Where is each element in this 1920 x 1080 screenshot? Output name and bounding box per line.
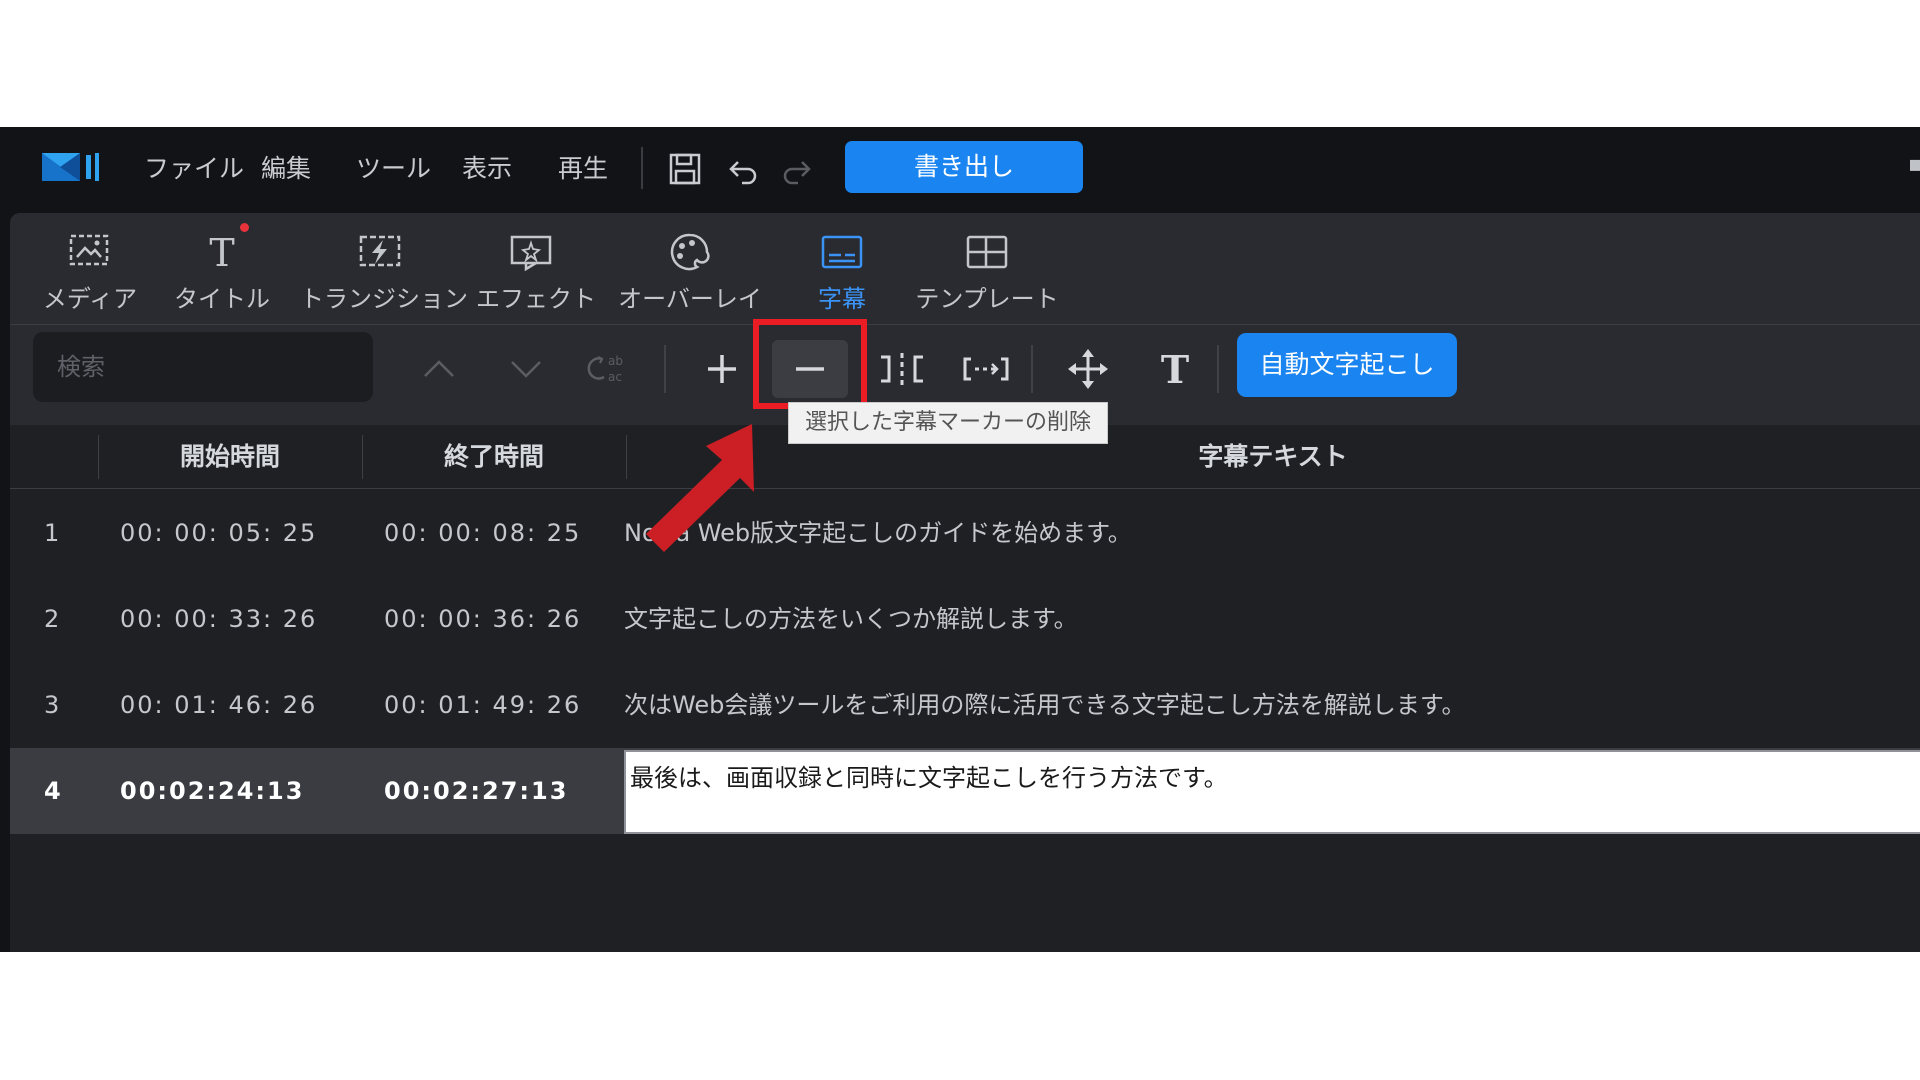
transition-icon bbox=[359, 235, 401, 267]
column-end-time: 終了時間 bbox=[443, 442, 544, 471]
replace-icon: ab ac bbox=[587, 354, 623, 384]
save-icon[interactable] bbox=[664, 147, 706, 191]
export-button[interactable]: 書き出し bbox=[845, 141, 1083, 193]
svg-text:T: T bbox=[209, 231, 234, 273]
menu-play[interactable]: 再生 bbox=[558, 149, 608, 189]
table-row-selected[interactable]: 4 00:02:24:13 00:02:27:13 最後は、画面収録と同時に文字… bbox=[10, 748, 1920, 834]
red-arrow-annotation bbox=[646, 424, 754, 552]
redo-icon[interactable] bbox=[778, 147, 820, 191]
subtitle-text[interactable]: 文字起こしの方法をいくつか解説します。 bbox=[624, 576, 1078, 662]
menu-bar: ファイル 編集 ツール 表示 再生 書き出し ▪ bbox=[0, 127, 1920, 212]
video-editor-window: ファイル 編集 ツール 表示 再生 書き出し ▪ メディア T タイトル トラン… bbox=[0, 127, 1920, 952]
editor-panel: メディア T タイトル トランジション エフェクト オーバーレイ 字幕 テンプレ… bbox=[10, 213, 1920, 952]
template-icon bbox=[966, 235, 1008, 269]
replace-button[interactable]: ab ac bbox=[583, 341, 639, 397]
tab-transition[interactable]: トランジション bbox=[300, 223, 468, 315]
split-subtitle-button[interactable] bbox=[874, 341, 930, 397]
toolbar-separator bbox=[1217, 345, 1219, 393]
menu-view[interactable]: 表示 bbox=[462, 149, 512, 189]
position-button[interactable] bbox=[1060, 341, 1116, 397]
menu-separator bbox=[641, 147, 643, 189]
search-input[interactable] bbox=[33, 332, 373, 402]
end-time[interactable]: 00: 00: 08: 25 bbox=[384, 490, 581, 576]
tab-effect[interactable]: エフェクト bbox=[476, 223, 596, 315]
chevron-down-icon bbox=[511, 361, 541, 378]
menu-tools[interactable]: ツール bbox=[356, 149, 431, 189]
edge-glyph: ▪ bbox=[1908, 152, 1920, 177]
tab-transition-label: トランジション bbox=[300, 285, 468, 313]
toolbar-separator bbox=[1031, 345, 1033, 393]
start-time[interactable]: 00: 01: 46: 26 bbox=[120, 662, 317, 748]
merge-icon bbox=[963, 357, 1009, 381]
previous-button[interactable] bbox=[411, 341, 467, 397]
app-logo-icon bbox=[42, 153, 99, 181]
tab-effect-label: エフェクト bbox=[476, 285, 596, 313]
split-icon bbox=[881, 353, 923, 385]
svg-text:ab: ab bbox=[608, 354, 623, 368]
start-time[interactable]: 00: 00: 33: 26 bbox=[120, 576, 317, 662]
row-number: 1 bbox=[44, 519, 60, 547]
table-row[interactable]: 1 00: 00: 05: 25 00: 00: 08: 25 Notta We… bbox=[10, 490, 1920, 576]
tab-subtitle-label: 字幕 bbox=[818, 285, 866, 313]
svg-text:T: T bbox=[1161, 347, 1189, 391]
table-row[interactable]: 3 00: 01: 46: 26 00: 01: 49: 26 次はWeb会議ツ… bbox=[10, 662, 1920, 748]
add-subtitle-button[interactable] bbox=[694, 341, 750, 397]
delete-tooltip: 選択した字幕マーカーの削除 bbox=[788, 402, 1108, 444]
overlay-icon bbox=[670, 233, 710, 271]
subtitle-icon bbox=[821, 235, 863, 269]
room-tabs: メディア T タイトル トランジション エフェクト オーバーレイ 字幕 テンプレ… bbox=[10, 213, 1920, 325]
end-time[interactable]: 00:02:27:13 bbox=[384, 748, 568, 834]
subtitle-text-editor[interactable]: 最後は、画面収録と同時に文字起こしを行う方法です。 bbox=[624, 750, 1920, 834]
media-icon bbox=[69, 234, 109, 266]
text-format-icon: T bbox=[1161, 347, 1189, 391]
row-number: 4 bbox=[44, 777, 61, 805]
tab-media[interactable]: メディア bbox=[38, 223, 142, 315]
svg-text:ac: ac bbox=[608, 370, 622, 384]
tab-title[interactable]: T タイトル bbox=[170, 223, 274, 315]
toolbar-separator bbox=[664, 345, 666, 393]
merge-subtitle-button[interactable] bbox=[958, 341, 1014, 397]
chevron-up-icon bbox=[424, 360, 454, 377]
tab-overlay-label: オーバーレイ bbox=[618, 285, 762, 313]
end-time[interactable]: 00: 00: 36: 26 bbox=[384, 576, 581, 662]
column-start-time: 開始時間 bbox=[179, 442, 280, 471]
tab-subtitle[interactable]: 字幕 bbox=[792, 223, 892, 315]
effect-icon bbox=[510, 235, 552, 272]
menu-edit[interactable]: 編集 bbox=[261, 149, 311, 189]
move-icon bbox=[1068, 349, 1108, 389]
start-time[interactable]: 00:02:24:13 bbox=[120, 748, 304, 834]
undo-icon[interactable] bbox=[720, 147, 762, 191]
title-icon: T bbox=[209, 231, 234, 273]
tab-title-label: タイトル bbox=[174, 285, 270, 313]
tab-template[interactable]: テンプレート bbox=[914, 223, 1060, 315]
tab-media-label: メディア bbox=[42, 285, 138, 313]
subtitle-text[interactable]: 次はWeb会議ツールをご利用の際に活用できる文字起こし方法を解説します。 bbox=[624, 662, 1465, 748]
row-number: 3 bbox=[44, 691, 60, 719]
tab-template-label: テンプレート bbox=[915, 285, 1059, 313]
row-number: 2 bbox=[44, 605, 60, 633]
next-button[interactable] bbox=[498, 341, 554, 397]
auto-transcribe-button[interactable]: 自動文字起こし bbox=[1237, 333, 1457, 397]
highlight-box bbox=[753, 319, 867, 409]
start-time[interactable]: 00: 00: 05: 25 bbox=[120, 490, 317, 576]
font-settings-button[interactable]: T bbox=[1147, 341, 1203, 397]
notification-dot bbox=[240, 223, 249, 232]
menu-file[interactable]: ファイル bbox=[144, 149, 244, 189]
table-row[interactable]: 2 00: 00: 33: 26 00: 00: 36: 26 文字起こしの方法… bbox=[10, 576, 1920, 662]
tab-overlay[interactable]: オーバーレイ bbox=[610, 223, 770, 315]
plus-icon bbox=[708, 355, 736, 383]
end-time[interactable]: 00: 01: 49: 26 bbox=[384, 662, 581, 748]
